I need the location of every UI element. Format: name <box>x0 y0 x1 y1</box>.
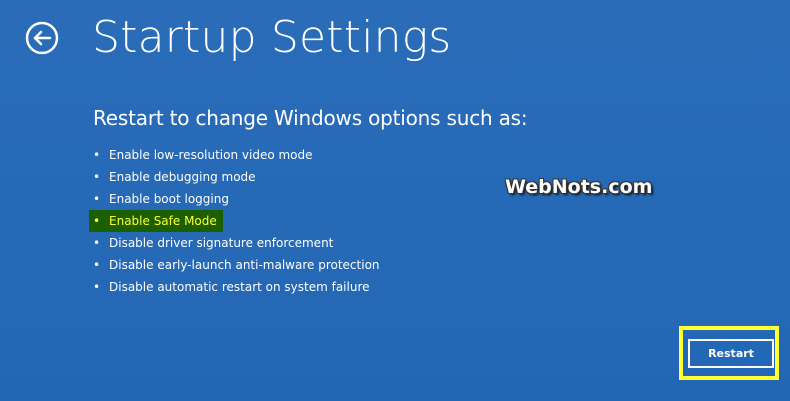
options-subtitle: Restart to change Windows options such a… <box>93 106 528 130</box>
restart-button[interactable]: Restart <box>688 339 774 368</box>
option-item-automatic-restart: • Disable automatic restart on system fai… <box>93 276 380 298</box>
option-label: Disable early-launch anti-malware protec… <box>109 258 380 272</box>
back-button[interactable] <box>25 21 59 55</box>
option-item-boot-logging: • Enable boot logging <box>93 188 380 210</box>
option-label: Enable boot logging <box>109 192 229 206</box>
option-item-safe-mode: • Enable Safe Mode <box>89 210 380 232</box>
bullet: • <box>93 148 101 162</box>
option-item-anti-malware: • Disable early-launch anti-malware prote… <box>93 254 380 276</box>
startup-settings-screen: Startup Settings Restart to change Windo… <box>0 0 790 401</box>
option-label: Enable low-resolution video mode <box>109 148 313 162</box>
startup-options-list: • Enable low-resolution video mode • Enabl… <box>89 144 380 298</box>
watermark-text: WebNots.com <box>505 176 653 198</box>
bullet: • <box>93 192 101 206</box>
option-label: Disable automatic restart on system fail… <box>109 280 370 294</box>
option-label: Enable debugging mode <box>109 170 256 184</box>
option-label: Enable Safe Mode <box>109 214 217 228</box>
option-item-debugging-mode: • Enable debugging mode <box>93 166 380 188</box>
back-arrow-circle-icon <box>25 21 59 55</box>
bullet: • <box>93 258 101 272</box>
bullet: • <box>93 280 101 294</box>
option-item-low-resolution-video: • Enable low-resolution video mode <box>93 144 380 166</box>
bullet: • <box>93 236 101 250</box>
safe-mode-highlight: • Enable Safe Mode <box>89 210 223 232</box>
bullet: • <box>93 214 101 228</box>
bullet: • <box>93 170 101 184</box>
option-label: Disable driver signature enforcement <box>109 236 334 250</box>
page-title: Startup Settings <box>92 12 452 63</box>
option-item-driver-signature: • Disable driver signature enforcement <box>93 232 380 254</box>
